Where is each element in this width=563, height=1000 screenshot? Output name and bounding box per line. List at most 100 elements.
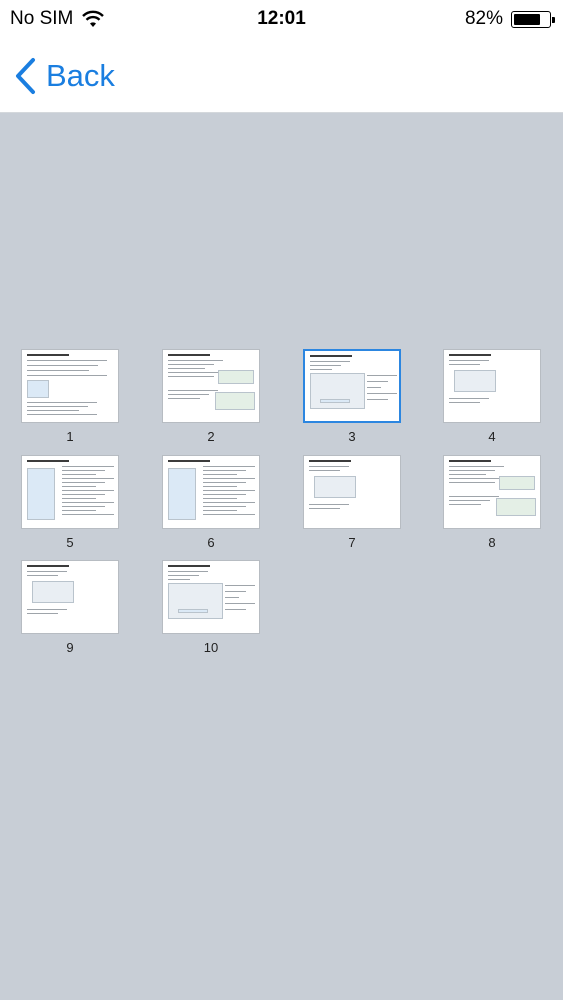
page-text-line <box>168 360 223 361</box>
page-thumbnail-8[interactable]: 8 <box>443 455 541 550</box>
page-thumbnail-10[interactable]: 10 <box>162 560 260 655</box>
page-thumbnail-3[interactable]: 3 <box>303 349 401 444</box>
page-figure <box>499 476 535 490</box>
page-text-line <box>27 365 98 366</box>
page-heading-line <box>168 354 210 356</box>
page-text-line <box>27 575 58 576</box>
page-text-line <box>62 470 105 471</box>
page-text-line <box>310 369 332 370</box>
page-number-label: 10 <box>203 640 219 655</box>
page-text-line <box>203 470 246 471</box>
back-button-label: Back <box>46 58 115 93</box>
page-text-line <box>225 591 246 592</box>
page-text-line <box>449 504 481 505</box>
page-text-line <box>225 609 246 610</box>
page-figure <box>496 498 536 516</box>
page-text-line <box>309 508 340 509</box>
page-thumbnail-9[interactable]: 9 <box>21 560 119 655</box>
page-figure <box>168 583 223 619</box>
page-figure <box>32 581 74 603</box>
page-text-line <box>62 482 105 483</box>
page-text-line <box>168 394 209 395</box>
page-heading-line <box>309 460 351 462</box>
page-thumbnail-6[interactable]: 6 <box>162 455 260 550</box>
page-text-line <box>62 474 96 475</box>
page-heading-line <box>310 355 352 357</box>
page-thumbnail-1[interactable]: 1 <box>21 349 119 444</box>
page-text-line <box>27 370 89 371</box>
page-text-line <box>309 504 349 505</box>
page-text-line <box>449 360 489 361</box>
page-preview <box>303 349 401 423</box>
page-text-line <box>168 372 223 373</box>
page-preview <box>162 560 260 634</box>
battery-icon <box>511 10 555 28</box>
page-text-line <box>310 361 350 362</box>
page-text-line <box>449 474 486 475</box>
page-number-label: 2 <box>207 429 215 444</box>
page-text-line <box>449 398 489 399</box>
page-text-line <box>203 482 246 483</box>
page-text-line <box>367 375 397 376</box>
page-text-line <box>27 414 97 415</box>
page-number-label: 5 <box>66 535 74 550</box>
battery-percent: 82% <box>464 8 503 29</box>
page-text-line <box>62 478 114 479</box>
page-preview <box>162 455 260 529</box>
page-text-line <box>225 597 239 598</box>
page-number-label: 3 <box>348 429 356 444</box>
status-right: 82% <box>464 8 555 30</box>
page-figure <box>314 476 356 498</box>
page-text-line <box>62 514 114 515</box>
page-preview <box>443 349 541 423</box>
page-text-line <box>168 575 199 576</box>
page-text-line <box>203 466 255 467</box>
page-figure <box>218 370 254 384</box>
page-number-label: 9 <box>66 640 74 655</box>
page-thumbnail-7[interactable]: 7 <box>303 455 401 550</box>
page-figure <box>27 468 55 520</box>
page-thumbnail-4[interactable]: 4 <box>443 349 541 444</box>
page-text-line <box>309 466 349 467</box>
page-thumbnail-5[interactable]: 5 <box>21 455 119 550</box>
page-figure <box>320 399 350 403</box>
page-text-line <box>203 502 255 503</box>
page-text-line <box>449 466 504 467</box>
page-text-line <box>62 490 114 491</box>
page-text-line <box>203 506 246 507</box>
page-text-line <box>168 364 214 365</box>
page-thumbnail-2[interactable]: 2 <box>162 349 260 444</box>
page-text-line <box>367 399 388 400</box>
page-text-line <box>27 609 67 610</box>
page-heading-line <box>27 565 69 567</box>
status-bar: No SIM 12:01 82% <box>0 0 563 38</box>
page-text-line <box>449 478 504 479</box>
page-text-line <box>168 579 190 580</box>
battery-tip <box>552 16 555 23</box>
page-text-line <box>27 571 67 572</box>
page-text-line <box>449 482 495 483</box>
page-text-line <box>168 571 208 572</box>
page-preview <box>21 560 119 634</box>
page-number-label: 4 <box>488 429 496 444</box>
back-button[interactable]: Back <box>14 56 115 96</box>
page-text-line <box>27 375 107 376</box>
page-text-line <box>168 390 218 391</box>
page-text-line <box>367 387 381 388</box>
page-text-line <box>449 496 499 497</box>
page-text-line <box>203 494 246 495</box>
page-text-line <box>367 381 388 382</box>
navigation-bar: Back <box>0 38 563 113</box>
chevron-left-icon <box>16 58 35 94</box>
page-heading-line <box>27 354 69 356</box>
page-text-line <box>27 406 88 407</box>
page-heading-line <box>449 354 491 356</box>
page-text-line <box>203 474 237 475</box>
page-thumbnail-area[interactable]: 1 2 3 4 5 6 7 8 9 10 <box>0 113 563 1000</box>
page-figure <box>178 609 208 613</box>
page-preview <box>303 455 401 529</box>
page-preview <box>443 455 541 529</box>
page-text-line <box>203 514 255 515</box>
page-number-label: 8 <box>488 535 496 550</box>
page-text-line <box>27 613 58 614</box>
